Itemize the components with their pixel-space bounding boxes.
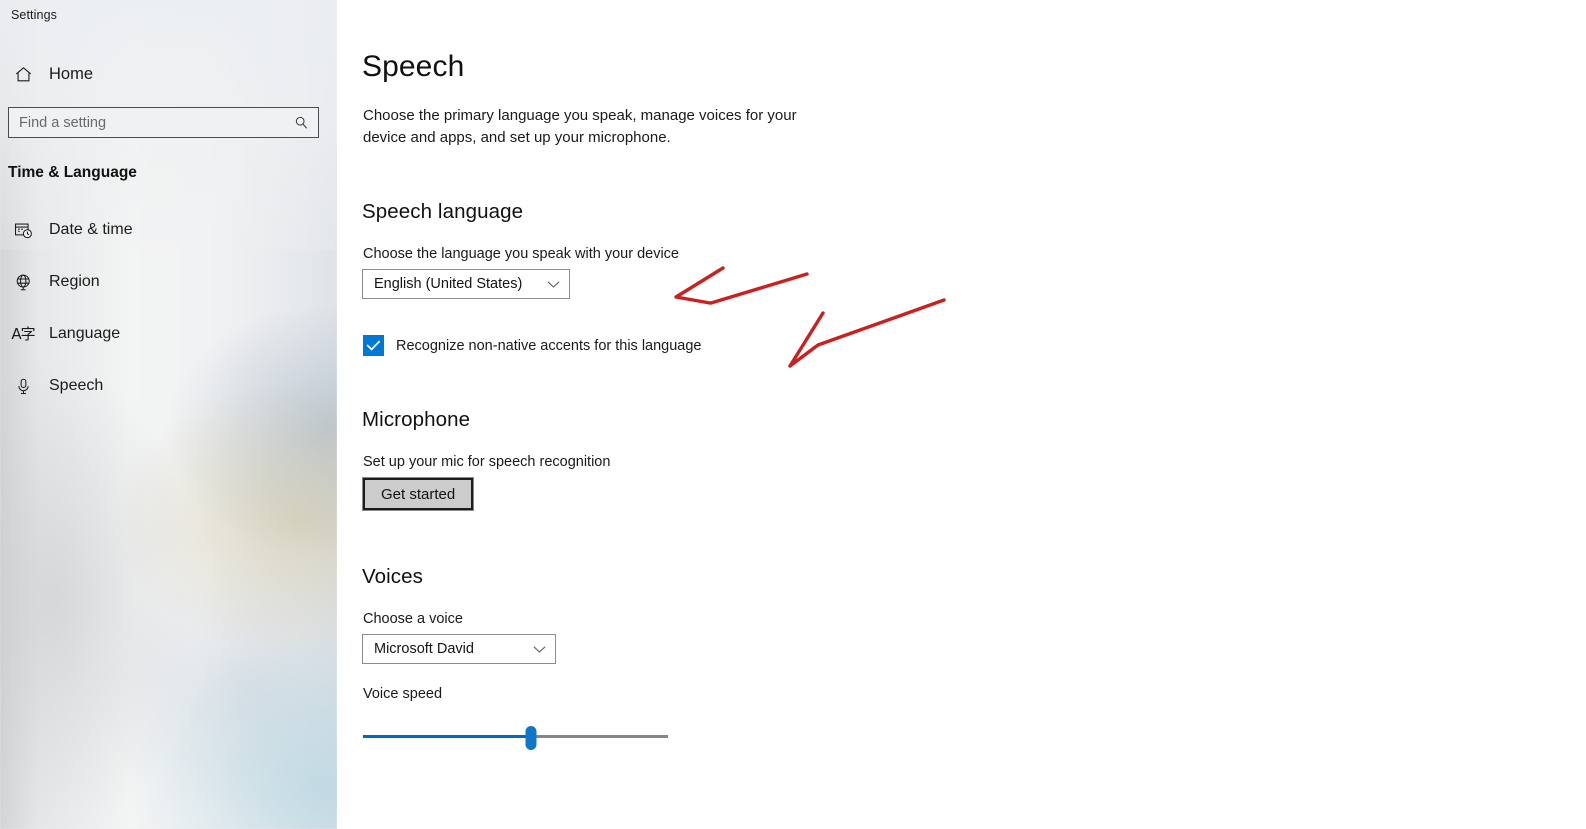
sidebar-item-home[interactable]: Home xyxy=(0,54,337,94)
recognize-accents-checkbox-row[interactable]: Recognize non-native accents for this la… xyxy=(363,335,1586,356)
get-started-button[interactable]: Get started xyxy=(362,477,475,511)
speech-language-dropdown-value: English (United States) xyxy=(374,276,523,292)
chevron-down-icon xyxy=(547,280,560,289)
chevron-down-icon xyxy=(533,645,546,654)
speech-language-field-label: Choose the language you speak with your … xyxy=(363,246,679,262)
voice-dropdown[interactable]: Microsoft David xyxy=(362,634,556,664)
speech-language-heading: Speech language xyxy=(362,200,524,223)
section-speech-language: Speech language Choose the language you … xyxy=(362,149,1586,356)
sidebar-item-date-time[interactable]: Date & time xyxy=(0,204,337,256)
speech-language-dropdown[interactable]: English (United States) xyxy=(362,269,570,299)
page-title: Speech xyxy=(362,50,465,83)
voices-field-label: Choose a voice xyxy=(363,611,463,627)
voice-speed-slider[interactable] xyxy=(363,726,668,750)
home-icon xyxy=(8,65,38,84)
microphone-heading: Microphone xyxy=(362,408,471,431)
sidebar-item-home-label: Home xyxy=(49,64,94,83)
voice-dropdown-value: Microsoft David xyxy=(374,641,474,657)
globe-icon xyxy=(8,273,38,292)
page-description: Choose the primary language you speak, m… xyxy=(363,107,797,146)
search-box[interactable] xyxy=(8,107,319,138)
sidebar-item-language[interactable]: A字 Language xyxy=(0,308,337,360)
recognize-accents-checkbox-label: Recognize non-native accents for this la… xyxy=(396,337,702,354)
sidebar-category-title: Time & Language xyxy=(8,164,137,181)
settings-window: Settings Home Find a setting Time & Lang… xyxy=(0,0,1586,829)
section-microphone: Microphone Set up your mic for speech re… xyxy=(362,356,1586,511)
language-icon-glyph: A字 xyxy=(11,324,35,343)
main-content: Speech Choose the primary language you s… xyxy=(337,0,1586,829)
sidebar-item-region[interactable]: Region xyxy=(0,256,337,308)
recognize-accents-checkbox[interactable] xyxy=(363,335,384,356)
voice-speed-slider-fill xyxy=(363,735,531,738)
sidebar-item-date-time-label: Date & time xyxy=(49,221,133,238)
sidebar-item-speech-label: Speech xyxy=(49,377,104,394)
voice-speed-label: Voice speed xyxy=(363,686,443,702)
sidebar-item-language-label: Language xyxy=(49,325,121,342)
sidebar-item-speech[interactable]: Speech xyxy=(0,360,337,412)
search-input[interactable] xyxy=(9,108,318,137)
sidebar: Settings Home Find a setting Time & Lang… xyxy=(0,0,337,829)
microphone-field-label: Set up your mic for speech recognition xyxy=(363,454,611,470)
search-icon[interactable] xyxy=(294,115,309,130)
voices-heading: Voices xyxy=(362,565,423,588)
sidebar-item-region-label: Region xyxy=(49,273,100,290)
language-icon: A字 xyxy=(8,324,38,343)
section-voices: Voices Choose a voice Microsoft David Vo… xyxy=(362,511,1586,750)
title-bar: Settings xyxy=(0,0,337,30)
voice-speed-slider-thumb[interactable] xyxy=(525,726,537,750)
calendar-clock-icon xyxy=(8,221,38,240)
microphone-icon xyxy=(8,377,38,396)
window-title: Settings xyxy=(11,8,57,22)
sidebar-nav-list: Date & time Region A字 Language Speech xyxy=(0,204,337,412)
